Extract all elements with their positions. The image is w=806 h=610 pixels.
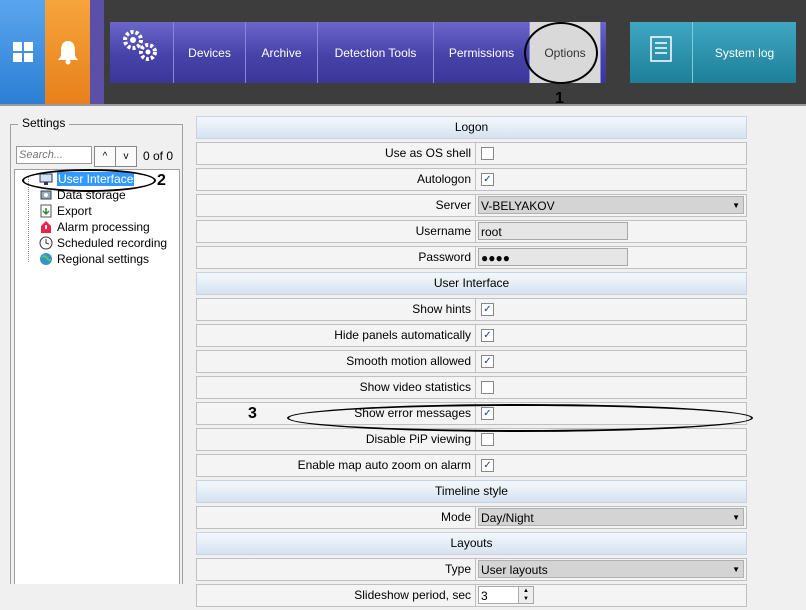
- globe-icon: [40, 253, 52, 265]
- row-password: Password ●●●●: [196, 246, 747, 269]
- callout-number-2: 2: [157, 172, 166, 189]
- row-smooth-motion: Smooth motion allowed ✓: [196, 350, 747, 373]
- system-log-nav: System log: [630, 22, 796, 83]
- row-server: Server V-BELYAKOV ▼: [196, 194, 747, 217]
- row-hide-panels: Hide panels automatically ✓: [196, 324, 747, 347]
- tree-item-regional-settings[interactable]: Regional settings: [40, 251, 149, 267]
- row-show-video-stats: Show video statistics: [196, 376, 747, 399]
- top-bar: Devices Archive Detection Tools Permissi…: [0, 0, 806, 106]
- server-dropdown[interactable]: V-BELYAKOV ▼: [478, 196, 744, 214]
- label-show-hints: Show hints: [412, 302, 471, 316]
- mode-dropdown[interactable]: Day/Night ▼: [478, 508, 744, 526]
- label-show-video-stats: Show video statistics: [359, 380, 471, 394]
- row-username: Username root: [196, 220, 747, 243]
- row-mode: Mode Day/Night ▼: [196, 506, 747, 529]
- label-hide-panels: Hide panels automatically: [334, 328, 471, 342]
- checkbox-show-hints[interactable]: ✓: [481, 303, 494, 316]
- section-header-layouts: Layouts: [196, 532, 747, 555]
- nav-permissions[interactable]: Permissions: [434, 22, 530, 83]
- section-header-timeline-style: Timeline style: [196, 480, 747, 503]
- stepper-down-icon[interactable]: ▼: [518, 595, 533, 603]
- caret-down-icon: ▼: [732, 513, 740, 522]
- callout-number-3: 3: [248, 405, 257, 422]
- gears-icon: [123, 30, 157, 61]
- tree-item-scheduled-recording[interactable]: Scheduled recording: [39, 235, 167, 251]
- nav-system-log[interactable]: System log: [693, 22, 796, 83]
- caret-down-icon: ▼: [732, 565, 740, 574]
- previous-match-button[interactable]: ^: [94, 146, 116, 167]
- settings-title: Settings: [18, 116, 70, 130]
- next-match-button[interactable]: v: [115, 146, 137, 167]
- callout-ellipse-options: [524, 22, 598, 84]
- type-dropdown[interactable]: User layouts ▼: [478, 560, 744, 578]
- slideshow-period-stepper[interactable]: 3 ▲ ▼: [478, 586, 534, 604]
- bell-icon: [57, 41, 78, 65]
- checkbox-autologon[interactable]: ✓: [481, 173, 494, 186]
- row-autologon: Autologon ✓: [196, 168, 747, 191]
- topbar-divider: [0, 104, 806, 106]
- chevron-down-icon: v: [123, 151, 129, 162]
- settings-gears-button[interactable]: [110, 22, 174, 83]
- callout-number-1: 1: [555, 90, 564, 107]
- row-type: Type User layouts ▼: [196, 558, 747, 581]
- windows-icon: [12, 42, 33, 62]
- tree-item-export[interactable]: Export: [40, 203, 92, 219]
- stepper-up-icon[interactable]: ▲: [518, 587, 533, 595]
- row-map-auto-zoom: Enable map auto zoom on alarm ✓: [196, 454, 747, 477]
- label-slideshow-period: Slideshow period, sec: [354, 588, 471, 602]
- nav-devices[interactable]: Devices: [174, 22, 246, 83]
- search-input[interactable]: [16, 146, 92, 164]
- section-header-user-interface: User Interface: [196, 272, 747, 295]
- checkbox-map-auto-zoom[interactable]: ✓: [481, 459, 494, 472]
- alarm-icon: [41, 221, 51, 233]
- label-username: Username: [415, 224, 471, 238]
- username-field[interactable]: root: [478, 222, 628, 240]
- label-password: Password: [418, 250, 471, 264]
- checkbox-disable-pip[interactable]: [481, 433, 494, 446]
- password-field[interactable]: ●●●●: [478, 248, 628, 266]
- checkbox-use-os-shell[interactable]: [481, 147, 494, 160]
- purple-tab[interactable]: [90, 0, 104, 104]
- storage-icon: [40, 190, 52, 200]
- label-mode: Mode: [440, 510, 471, 524]
- system-log-icon-button[interactable]: [630, 22, 693, 83]
- clock-icon: [39, 236, 53, 250]
- label-server: Server: [435, 198, 471, 212]
- checkbox-show-video-stats[interactable]: [481, 381, 494, 394]
- label-map-auto-zoom: Enable map auto zoom on alarm: [297, 458, 471, 472]
- tree-lines: [28, 176, 30, 262]
- label-smooth-motion: Smooth motion allowed: [346, 354, 471, 368]
- caret-down-icon: ▼: [732, 201, 740, 210]
- export-icon: [40, 204, 52, 218]
- chevron-up-icon: ^: [102, 151, 108, 162]
- section-header-logon: Logon: [196, 116, 747, 139]
- row-show-hints: Show hints ✓: [196, 298, 747, 321]
- nav-detection-tools[interactable]: Detection Tools: [318, 22, 434, 83]
- label-use-os-shell: Use as OS shell: [384, 146, 471, 160]
- checkbox-hide-panels[interactable]: ✓: [481, 329, 494, 342]
- row-slideshow-period: Slideshow period, sec 3 ▲ ▼: [196, 584, 747, 607]
- match-count: 0 of 0: [143, 149, 174, 163]
- windows-tile[interactable]: [0, 0, 45, 104]
- tree-item-alarm-processing[interactable]: Alarm processing: [41, 219, 150, 235]
- callout-ellipse-disable-pip: [287, 404, 753, 432]
- row-use-os-shell: Use as OS shell: [196, 142, 747, 165]
- label-disable-pip: Disable PiP viewing: [365, 432, 471, 446]
- nav-archive[interactable]: Archive: [246, 22, 318, 83]
- callout-ellipse-user-interface: [22, 169, 156, 192]
- checkbox-smooth-motion[interactable]: ✓: [481, 355, 494, 368]
- alarm-tile[interactable]: [45, 0, 90, 104]
- label-type: Type: [444, 562, 471, 576]
- label-autologon: Autologon: [416, 172, 471, 186]
- settings-form: Logon Use as OS shell Autologon ✓ Server…: [196, 116, 747, 610]
- log-icon: [650, 36, 672, 62]
